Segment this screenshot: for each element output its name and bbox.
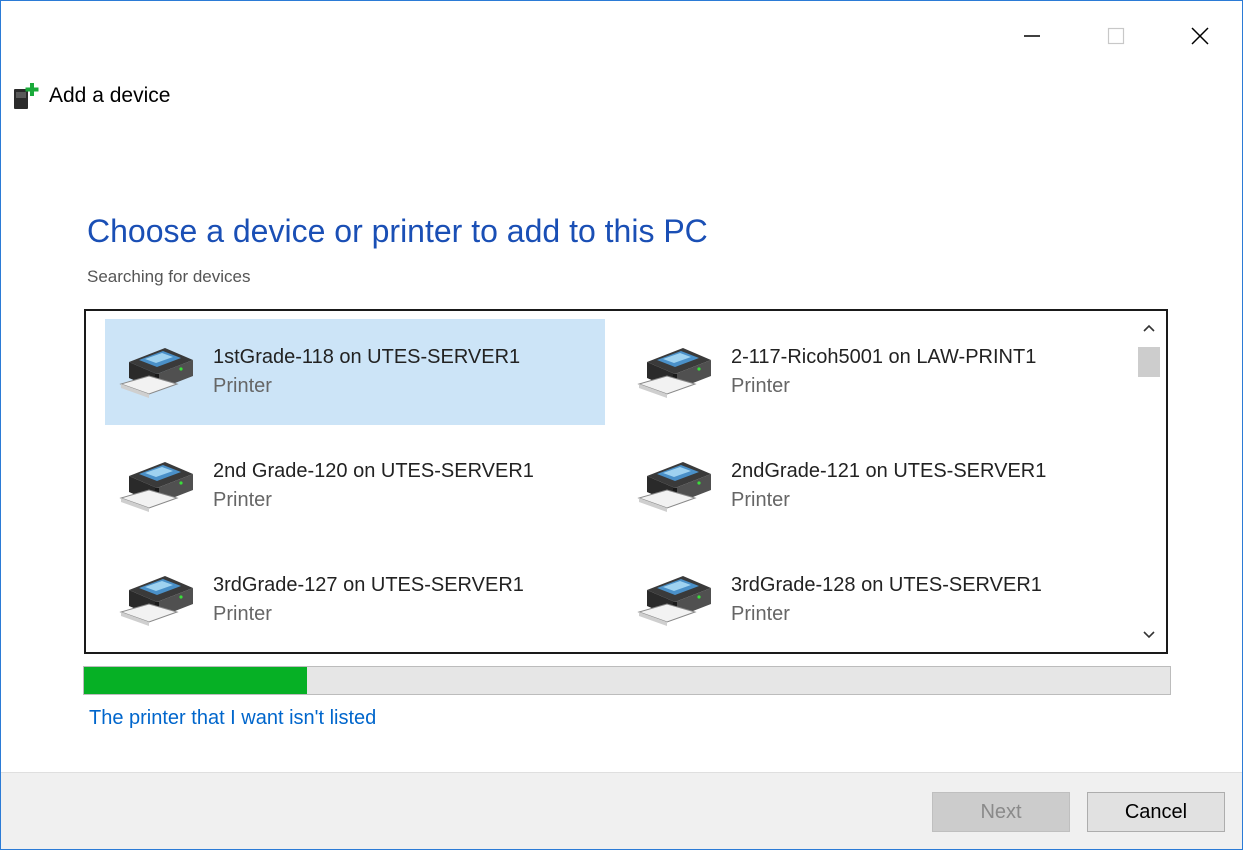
maximize-icon xyxy=(1107,27,1125,45)
device-grid: 1stGrade-118 on UTES-SERVER1 Printer 2-11… xyxy=(105,319,1125,652)
device-text: 2nd Grade-120 on UTES-SERVER1 Printer xyxy=(213,457,534,515)
printer-icon xyxy=(637,348,711,398)
device-tile[interactable]: 1stGrade-118 on UTES-SERVER1 Printer xyxy=(105,319,605,425)
close-icon xyxy=(1191,27,1209,45)
device-name: 2ndGrade-121 on UTES-SERVER1 xyxy=(731,460,1047,482)
footer-bar: Next Cancel xyxy=(1,772,1242,849)
device-tile[interactable]: 2nd Grade-120 on UTES-SERVER1 Printer xyxy=(105,433,605,539)
printer-icon xyxy=(119,576,193,626)
device-type: Printer xyxy=(213,375,272,397)
printer-icon xyxy=(637,462,711,512)
cancel-button[interactable]: Cancel xyxy=(1087,792,1225,832)
device-tile[interactable]: 2-117-Ricoh5001 on LAW-PRINT1 Printer xyxy=(623,319,1123,425)
printer-icon xyxy=(637,576,711,626)
chevron-up-icon xyxy=(1143,324,1155,332)
device-type: Printer xyxy=(213,489,272,511)
vertical-scrollbar[interactable] xyxy=(1134,313,1164,650)
minimize-button[interactable] xyxy=(990,1,1074,71)
device-text: 3rdGrade-127 on UTES-SERVER1 Printer xyxy=(213,571,524,629)
device-name: 2-117-Ricoh5001 on LAW-PRINT1 xyxy=(731,346,1037,368)
next-button[interactable]: Next xyxy=(932,792,1070,832)
window-title: Add a device xyxy=(11,81,170,111)
device-name: 3rdGrade-128 on UTES-SERVER1 xyxy=(731,574,1042,596)
maximize-button[interactable] xyxy=(1074,1,1158,71)
printer-icon xyxy=(119,348,193,398)
device-type: Printer xyxy=(731,375,790,397)
device-tile[interactable]: 3rdGrade-127 on UTES-SERVER1 Printer xyxy=(105,547,605,652)
device-text: 1stGrade-118 on UTES-SERVER1 Printer xyxy=(213,343,520,401)
device-text: 3rdGrade-128 on UTES-SERVER1 Printer xyxy=(731,571,1042,629)
scroll-up-button[interactable] xyxy=(1134,313,1164,343)
add-device-icon xyxy=(14,83,39,109)
window-title-text: Add a device xyxy=(49,84,171,107)
device-tile[interactable]: 3rdGrade-128 on UTES-SERVER1 Printer xyxy=(623,547,1123,652)
device-type: Printer xyxy=(731,489,790,511)
close-button[interactable] xyxy=(1158,1,1242,71)
device-text: 2ndGrade-121 on UTES-SERVER1 Printer xyxy=(731,457,1046,515)
device-tile[interactable]: 2ndGrade-121 on UTES-SERVER1 Printer xyxy=(623,433,1123,539)
device-name: 2nd Grade-120 on UTES-SERVER1 xyxy=(213,460,534,482)
search-status: Searching for devices xyxy=(87,267,251,286)
printer-not-listed-link[interactable]: The printer that I want isn't listed xyxy=(89,707,376,730)
search-progress-bar xyxy=(83,666,1171,695)
add-device-window: Add a device Choose a device or printer … xyxy=(0,0,1243,850)
device-list[interactable]: 1stGrade-118 on UTES-SERVER1 Printer 2-11… xyxy=(84,309,1168,654)
device-name: 1stGrade-118 on UTES-SERVER1 xyxy=(213,346,521,368)
scroll-down-button[interactable] xyxy=(1134,620,1164,650)
page-heading: Choose a device or printer to add to thi… xyxy=(87,213,708,249)
scrollbar-thumb[interactable] xyxy=(1138,347,1160,377)
device-name: 3rdGrade-127 on UTES-SERVER1 xyxy=(213,574,524,596)
chevron-down-icon xyxy=(1143,631,1155,639)
progress-fill xyxy=(84,667,307,694)
device-text: 2-117-Ricoh5001 on LAW-PRINT1 Printer xyxy=(731,343,1036,401)
printer-icon xyxy=(119,462,193,512)
device-type: Printer xyxy=(213,603,272,625)
device-type: Printer xyxy=(731,603,790,625)
minimize-icon xyxy=(1024,35,1040,37)
title-bar-controls xyxy=(990,1,1242,71)
